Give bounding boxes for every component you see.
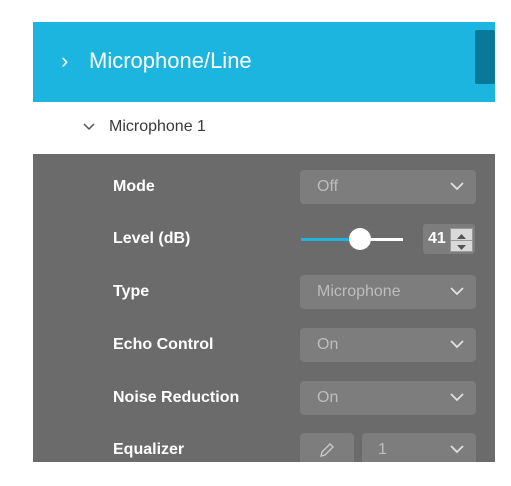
echo-control-value: On xyxy=(317,336,339,353)
chevron-right-icon: › xyxy=(61,48,69,73)
settings-body: Mode Off Level (dB) 41 Type Microphone E… xyxy=(33,154,495,462)
equalizer-label: Equalizer xyxy=(113,441,185,458)
echo-control-row: Echo Control On xyxy=(33,325,495,365)
level-value: 41 xyxy=(428,230,446,247)
stepper-down-icon[interactable] xyxy=(451,240,472,251)
type-select[interactable]: Microphone xyxy=(300,275,476,309)
equalizer-row: Equalizer 1 xyxy=(33,430,495,462)
section-title: Microphone/Line xyxy=(89,48,252,73)
settings-panel: › Microphone/Line Microphone 1 Mode Off … xyxy=(33,22,495,462)
type-label: Type xyxy=(113,283,150,300)
edit-equalizer-button[interactable] xyxy=(300,433,354,462)
echo-control-label: Echo Control xyxy=(113,336,214,353)
section-header[interactable]: › Microphone/Line xyxy=(33,22,495,102)
noise-reduction-row: Noise Reduction On xyxy=(33,378,495,418)
level-stepper[interactable] xyxy=(450,228,473,252)
noise-reduction-value: On xyxy=(317,389,339,406)
equalizer-value: 1 xyxy=(378,441,387,458)
level-row: Level (dB) 41 xyxy=(33,219,495,259)
chevron-down-icon xyxy=(450,340,464,349)
subsection-header[interactable]: Microphone 1 xyxy=(33,102,495,155)
noise-reduction-select[interactable]: On xyxy=(300,381,476,415)
level-label: Level (dB) xyxy=(113,230,191,247)
pencil-icon xyxy=(320,443,334,457)
mode-label: Mode xyxy=(113,178,155,195)
chevron-down-icon xyxy=(450,445,464,454)
scrollbar[interactable] xyxy=(475,30,495,84)
chevron-down-icon xyxy=(450,287,464,296)
type-row: Type Microphone xyxy=(33,272,495,312)
chevron-down-icon xyxy=(450,182,464,191)
mode-value: Off xyxy=(317,178,339,195)
mode-row: Mode Off xyxy=(33,167,495,207)
level-slider-thumb[interactable] xyxy=(349,228,371,250)
noise-reduction-label: Noise Reduction xyxy=(113,389,240,406)
subsection-title: Microphone 1 xyxy=(109,118,206,135)
level-number-input[interactable]: 41 xyxy=(423,224,475,254)
equalizer-select[interactable]: 1 xyxy=(362,433,476,462)
echo-control-select[interactable]: On xyxy=(300,328,476,362)
chevron-down-icon xyxy=(450,393,464,402)
chevron-down-icon xyxy=(83,118,95,136)
type-value: Microphone xyxy=(317,283,401,300)
mode-select[interactable]: Off xyxy=(300,170,476,204)
